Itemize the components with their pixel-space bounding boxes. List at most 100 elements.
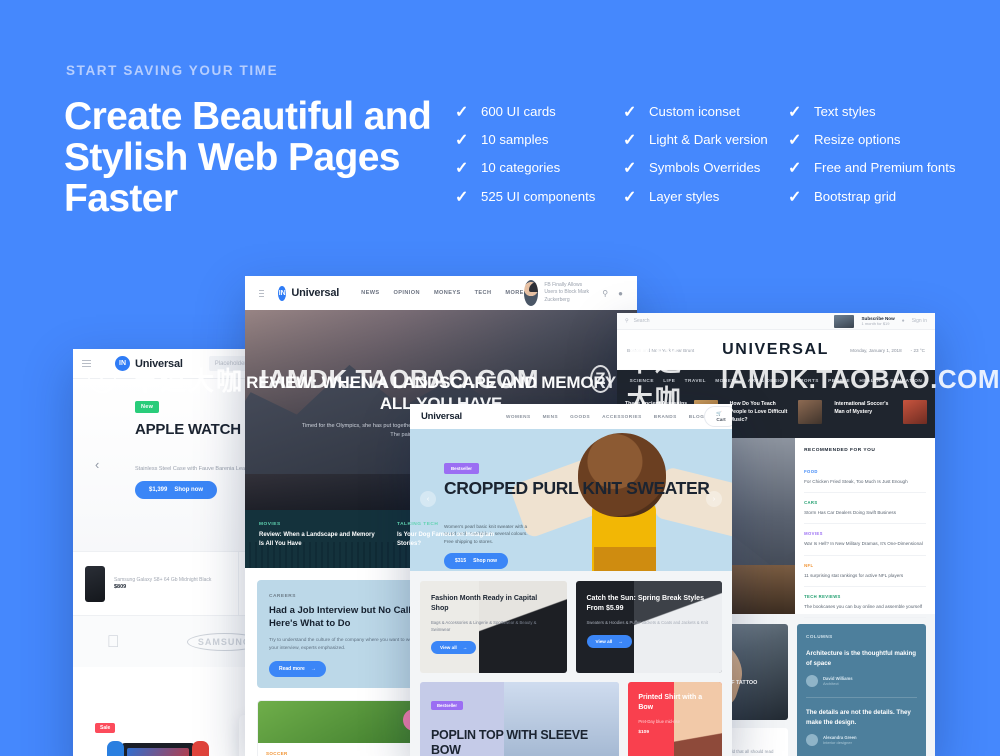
quote-item[interactable]: The details are not the details. They ma… [806, 708, 917, 756]
recommended-item[interactable]: NFL 11 surprising stat rankings for acti… [804, 556, 926, 587]
shop-header: Universal WOMENS MENS GOODS ACCESSORIES … [410, 404, 732, 429]
product-mini-price: $809 [114, 584, 127, 590]
kicker: MOVIES [259, 522, 281, 527]
nav-item[interactable]: PEOPLE [828, 378, 850, 383]
check-icon: ✓ [788, 104, 802, 121]
check-icon: ✓ [455, 132, 469, 150]
nav-item[interactable]: EDUCATION [890, 378, 922, 383]
read-more-button[interactable]: Read more → [269, 661, 326, 677]
quote-item[interactable]: Architecture is the thoughtful making of… [806, 649, 917, 698]
recommended-item[interactable]: CARS Storm Has Car Dealers Doing Swift B… [804, 493, 926, 525]
cart-button[interactable]: 🛒 Cart [704, 406, 732, 427]
dark-item[interactable]: TALKING TECH Is Your Dog Famous on Insta… [397, 522, 517, 556]
product-card[interactable]: Sale Nintendo Switch with Blue and Red C… [87, 715, 229, 756]
product-mini[interactable]: Samsung Galaxy S8+ 64 Gb Midnight Black $… [73, 552, 238, 615]
account-icon[interactable]: ● [618, 289, 623, 298]
menu-icon[interactable] [259, 289, 265, 297]
mockup-shop-front: Universal WOMENS MENS GOODS ACCESSORIES … [410, 404, 732, 756]
nav-item[interactable]: SCIENCE [630, 378, 654, 383]
recommended-item[interactable]: TECH REVIEWS The bookcases you can buy o… [804, 587, 926, 619]
check-icon: ✓ [788, 188, 802, 206]
universal-nav: SCIENCE LIFE TRAVEL MONEYS ART & DESIGN … [617, 370, 935, 390]
search-icon[interactable]: ⚲ [602, 289, 608, 298]
avatar [806, 734, 818, 746]
nav-item[interactable]: MORE [505, 290, 523, 296]
kicker: TECH REVIEWS [804, 593, 841, 599]
nav-item[interactable]: LIFE [663, 378, 675, 383]
feature-item: ✓ 600 UI cards [455, 103, 595, 131]
subscribe-block[interactable]: Subscribe Now 1 month for $19 [861, 316, 894, 326]
shop-nav: WOMENS MENS GOODS ACCESSORIES BRANDS BLO… [506, 414, 704, 419]
feature-item: ✓ Resize options [788, 131, 955, 159]
recommended-item[interactable]: FOOD For Chicken Fried Steak, Too Much I… [804, 462, 926, 494]
new-badge: New [135, 401, 160, 413]
temperature-label: - 23 °C [910, 347, 925, 353]
feature-item: ✓ Custom iconset [623, 103, 768, 131]
account-icon[interactable]: ● [902, 318, 905, 324]
dark-item[interactable]: MOVIES Review: When a Landscape and Memo… [259, 522, 379, 556]
strip-item[interactable]: How Do You Teach People to Love Difficul… [730, 400, 823, 424]
check-icon: ✓ [455, 104, 469, 121]
search-icon[interactable]: ⚲ [625, 318, 629, 324]
nav-item[interactable]: MENS [543, 414, 559, 419]
subscribe-sub: 1 month for $19 [861, 321, 890, 326]
nav-item[interactable]: ACCESSORIES [602, 414, 642, 419]
check-icon: ✓ [455, 188, 469, 206]
hero-title: CROPPED PURL KNIT SWEATER [444, 478, 710, 498]
strip-item[interactable]: International Soccer's Man of Mystery [834, 400, 928, 424]
search-placeholder[interactable]: Search [634, 318, 650, 324]
nav-item[interactable]: TRAVEL [685, 378, 706, 383]
kicker: CARS [804, 500, 818, 506]
feature-column-3: ✓ Text styles ✓ Resize options ✓ Free and P… [788, 103, 955, 216]
shop-now-label: Shop now [473, 558, 498, 564]
recommended-text: Storm Has Car Dealers Doing Swift Busine… [804, 510, 896, 516]
feature-label: Symbols Overrides [649, 160, 761, 176]
quote-text: Architecture is the thoughtful making of… [806, 650, 917, 667]
nav-item[interactable]: MONEYS [434, 290, 461, 296]
nav-item[interactable]: MONEYS [715, 378, 738, 383]
nav-item[interactable]: WOMENS [506, 414, 531, 419]
view-all-button[interactable]: View all → [586, 634, 632, 648]
check-icon: ✓ [623, 104, 637, 121]
nav-item[interactable]: OPINION [394, 290, 420, 296]
arrow-right-icon: → [310, 666, 316, 672]
check-icon: ✓ [623, 132, 637, 150]
shop-now-button[interactable]: $1,399 Shop now [135, 481, 218, 499]
prev-arrow-icon[interactable]: ‹ [420, 491, 436, 507]
feature-label: Custom iconset [649, 104, 740, 119]
nav-item[interactable]: BRANDS [654, 414, 677, 419]
price: $315 [455, 558, 467, 564]
nav-item[interactable]: ART & DESIGN [748, 378, 788, 383]
product-mini-name: Samsung Galaxy S8+ 64 Gb Midnight Black [114, 577, 212, 583]
promo-card[interactable]: Fashion Month Ready in Capital Shop Bags… [420, 581, 567, 673]
recommended-text: For Chicken Fried Steak, Too Much Is Jus… [804, 479, 908, 484]
signin-link[interactable]: Sign in [912, 318, 927, 324]
promo-title: Catch the Sun: Spring Break Styles From … [586, 595, 704, 612]
nav-item[interactable]: SPORTS [797, 378, 819, 383]
model-photo [509, 429, 732, 571]
product-price: $1,399 [149, 487, 168, 493]
quote-author: Alexandra Green Interior designer [806, 734, 917, 746]
prev-arrow-icon[interactable]: ‹ [95, 457, 99, 472]
avatar [806, 675, 818, 687]
view-all-button[interactable]: View all → [431, 641, 477, 655]
poplin-card[interactable]: Bestseller POPLIN TOP WITH SLEEVE BOW Po… [420, 682, 620, 756]
promo-card[interactable]: Catch the Sun: Spring Break Styles From … [575, 581, 722, 673]
feature-item: ✓ Symbols Overrides [623, 159, 768, 187]
kicker: SOCCER [266, 751, 288, 756]
feature-item: ✓ Text styles [788, 103, 955, 131]
nav-item[interactable]: TECH [475, 290, 492, 296]
printed-shirt-card[interactable]: Printed Shirt with a Bow Pret-Day blue m… [628, 682, 722, 756]
read-more-label: Read more [279, 666, 305, 672]
recommended-item[interactable]: MOVIES War Is Hell? In New Military Dram… [804, 524, 926, 556]
author-role: Architect [823, 681, 839, 686]
nav-item[interactable]: BLOG [689, 414, 705, 419]
pants [594, 547, 656, 571]
masthead-logo: UNIVERSAL [722, 341, 829, 358]
nav-item[interactable]: NEWS [361, 290, 379, 296]
poplin-title: POPLIN TOP WITH SLEEVE BOW [431, 728, 588, 756]
bestseller-badge: Bestseller [431, 701, 464, 710]
menu-icon[interactable] [82, 360, 91, 367]
nav-item[interactable]: GOODS [570, 414, 590, 419]
nav-item[interactable]: HEALTH [859, 378, 881, 383]
